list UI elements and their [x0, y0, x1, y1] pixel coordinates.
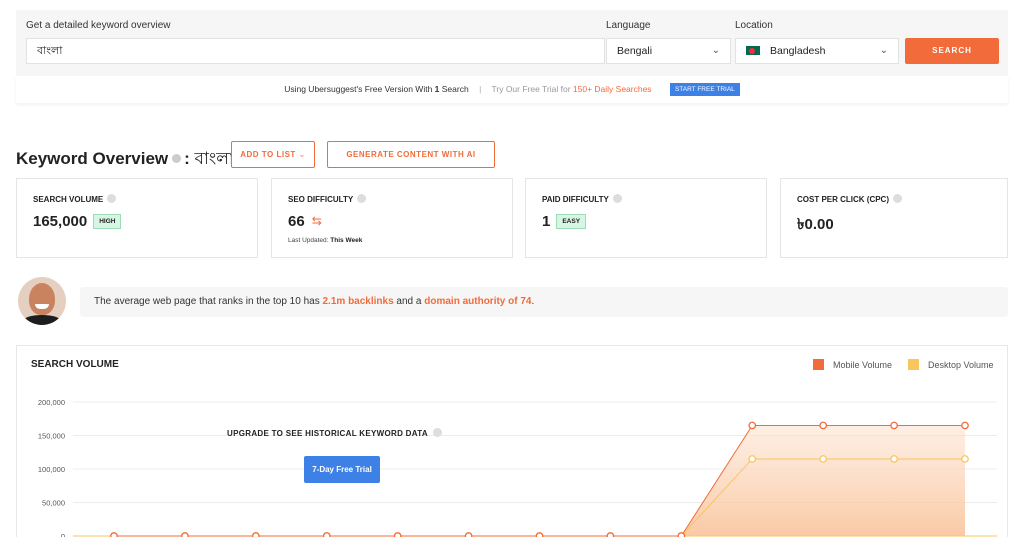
desktop-volume-point — [748, 455, 757, 463]
legend-label-mobile: Mobile Volume — [833, 360, 893, 370]
promo-separator: | — [479, 84, 482, 94]
paid-difficulty-title: PAID DIFFICULTY — [542, 195, 609, 204]
start-free-trial-button[interactable]: START FREE TRIAL — [669, 83, 740, 96]
legend-mobile: Mobile Volume — [813, 359, 892, 370]
mobile-volume-point — [110, 532, 118, 537]
backlinks-tip: The average web page that ranks in the t… — [80, 287, 1008, 317]
mobile-volume-area — [114, 425, 965, 536]
mobile-volume-point — [606, 532, 615, 537]
overview-title: Keyword Overview — [16, 149, 169, 168]
free-version-bar: Using Ubersuggest's Free Version With 1 … — [16, 76, 1008, 103]
location-value: Bangladesh — [770, 45, 826, 57]
chevron-down-icon: ⌄ — [711, 45, 720, 56]
bangladesh-flag-icon — [746, 46, 760, 55]
help-icon[interactable] — [612, 194, 622, 203]
seven-day-trial-button[interactable]: 7-Day Free Trial — [304, 456, 380, 483]
tip-text-before: The average web page that ranks in the t… — [94, 296, 323, 307]
y-tick-label: 200,000 — [38, 398, 65, 407]
y-tick-label: 150,000 — [38, 432, 65, 441]
mobile-volume-point — [464, 532, 473, 537]
language-value: Bengali — [617, 45, 653, 57]
status-badge: EASY — [556, 214, 587, 229]
seo-difficulty-title: SEO DIFFICULTY — [288, 195, 354, 204]
location-label: Location — [735, 20, 773, 31]
seo-difficulty-value: 66 — [288, 213, 305, 230]
seo-difficulty-card: SEO DIFFICULTY 66 ⇆ Last Updated: This We… — [271, 178, 513, 258]
legend-swatch-desktop — [908, 359, 919, 370]
desktop-volume-point — [961, 455, 969, 463]
backlinks-highlight: 2.1m backlinks — [322, 296, 394, 307]
add-to-list-label: ADD TO LIST — [240, 150, 296, 159]
y-tick-label: 100,000 — [38, 465, 65, 474]
search-panel: Get a detailed keyword overview বাংলা La… — [16, 10, 1008, 76]
upgrade-text: UPGRADE TO SEE HISTORICAL KEYWORD DATA — [227, 429, 428, 438]
search-volume-value: 165,000 — [33, 213, 88, 230]
keyword-label: Get a detailed keyword overview — [26, 20, 171, 31]
legend-label-desktop: Desktop Volume — [928, 360, 994, 370]
avatar — [18, 277, 66, 325]
authority-highlight: domain authority of 74 — [424, 296, 532, 307]
legend-swatch-mobile — [813, 359, 824, 370]
upgrade-message: UPGRADE TO SEE HISTORICAL KEYWORD DATA — [227, 428, 442, 438]
paid-difficulty-card: PAID DIFFICULTY 1 EASY — [525, 178, 767, 258]
mobile-volume-point — [535, 532, 544, 537]
y-tick-label: 0 — [61, 532, 65, 537]
overview-colon: : — [184, 149, 190, 168]
status-badge: HIGH — [93, 214, 122, 229]
page-title: Keyword Overview: বাংলা — [16, 146, 234, 174]
search-volume-chart: 0 50,000 100,000 150,000 200,000 SEARCH VOLU… — [16, 345, 1008, 537]
help-icon[interactable] — [357, 194, 367, 203]
chevron-down-icon: ⌄ — [879, 45, 888, 56]
mobile-volume-point — [181, 532, 189, 537]
overview-keyword: বাংলা — [194, 149, 234, 168]
promo-text-after: Search — [439, 84, 469, 94]
last-updated-label: Last Updated: — [288, 237, 329, 244]
y-tick-label: 50,000 — [42, 499, 65, 508]
mobile-volume-point — [251, 532, 260, 537]
chart-title: SEARCH VOLUME — [31, 359, 119, 370]
desktop-volume-point — [819, 455, 828, 463]
help-icon[interactable] — [432, 428, 442, 437]
mobile-volume-point — [393, 532, 402, 537]
promo-text-before: Using Ubersuggest's Free Version With — [284, 84, 435, 94]
keyword-input[interactable]: বাংলা — [26, 38, 605, 64]
language-label: Language — [606, 20, 651, 31]
add-to-list-button[interactable]: ADD TO LIST ⌄ — [231, 141, 315, 168]
help-icon[interactable] — [893, 194, 902, 203]
search-volume-title: SEARCH VOLUME — [33, 195, 104, 204]
tip-text-end: . — [531, 296, 535, 307]
location-select[interactable]: Bangladesh ⌄ — [735, 38, 899, 64]
promo-try-text: Try Our Free Trial for — [491, 84, 573, 94]
cpc-value: ৳0.00 — [797, 216, 834, 233]
mobile-volume-point — [961, 421, 969, 430]
chevron-down-icon: ⌄ — [298, 150, 306, 159]
cpc-card: COST PER CLICK (CPC) ৳0.00 — [780, 178, 1008, 258]
tip-text-middle: and a — [393, 296, 425, 307]
cpc-title: COST PER CLICK (CPC) — [797, 195, 889, 204]
help-icon[interactable] — [172, 154, 182, 163]
promo-highlight: 150+ Daily Searches — [572, 84, 652, 94]
mobile-volume-point — [677, 532, 686, 537]
help-icon[interactable] — [107, 194, 117, 203]
mobile-volume-point — [748, 421, 757, 430]
swap-icon: ⇆ — [311, 214, 322, 228]
mobile-volume-point — [322, 532, 331, 537]
legend-desktop: Desktop Volume — [908, 359, 994, 370]
chart-canvas: 0 50,000 100,000 150,000 200,000 — [38, 398, 997, 537]
generate-content-button[interactable]: GENERATE CONTENT WITH AI — [327, 141, 495, 168]
paid-difficulty-value: 1 — [542, 213, 551, 230]
desktop-volume-point — [890, 455, 898, 463]
search-volume-card: SEARCH VOLUME 165,000 HIGH — [16, 178, 258, 258]
language-select[interactable]: Bengali ⌄ — [606, 38, 731, 64]
mobile-volume-point — [890, 421, 898, 430]
last-updated-value: This Week — [330, 237, 363, 244]
mobile-volume-point — [819, 421, 828, 430]
search-button[interactable]: SEARCH — [905, 38, 999, 64]
